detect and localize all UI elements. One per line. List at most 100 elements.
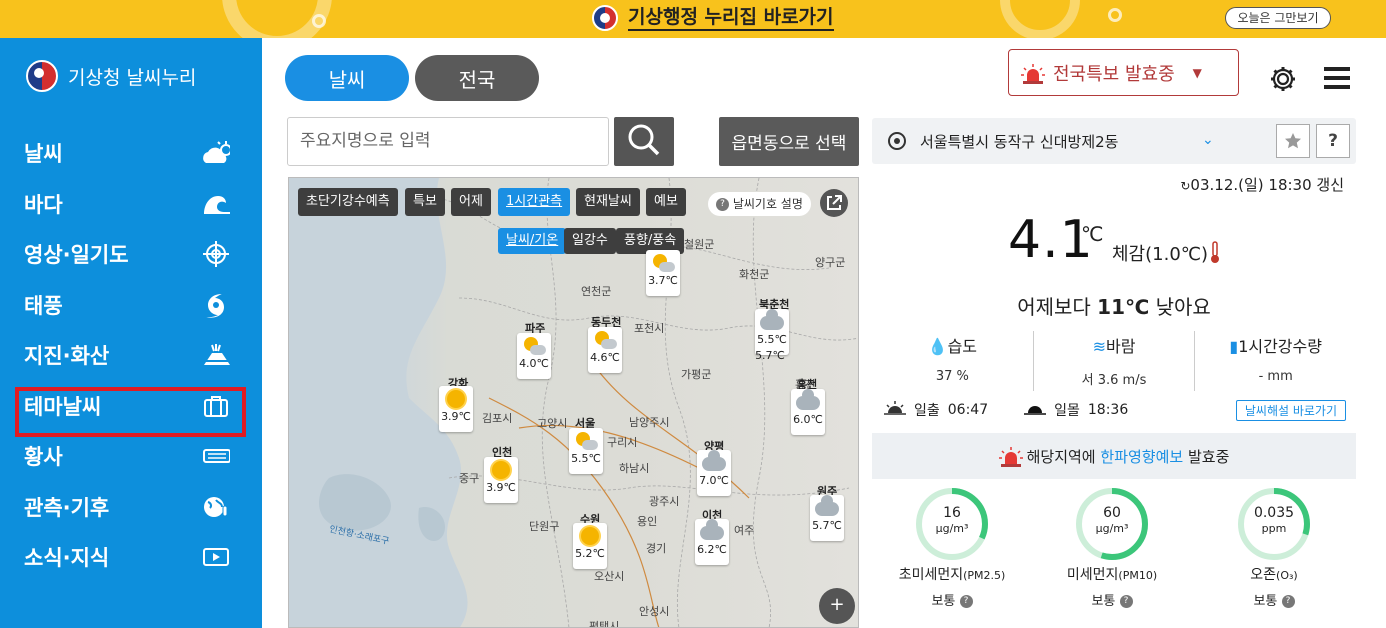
help-button[interactable]: ? [1316, 124, 1350, 158]
weather-symbol-legend-button[interactable]: ? 날씨기호 설명 [708, 192, 811, 216]
station-card[interactable]: 5.7℃ [810, 495, 844, 541]
rain-gauge-icon: ▮ [1229, 337, 1239, 356]
sidebar-item-earthquake-volcano[interactable]: 지진·화산 [0, 330, 262, 381]
sidebar-item-theme-weather[interactable]: 테마날씨 [0, 381, 262, 436]
map-subtab-daily-precip[interactable]: 일강수 [564, 228, 616, 254]
help-icon[interactable]: ? [1119, 595, 1133, 608]
feels-like-label: 체감(1.0℃) [1112, 244, 1209, 265]
pm10-value: 60 [1103, 505, 1121, 521]
station-card[interactable]: 3.9℃ [439, 386, 473, 432]
station-card[interactable]: 7.0℃ [697, 450, 731, 496]
station-card[interactable]: 3.7℃ [646, 250, 680, 296]
place-label: 연천군 [581, 285, 612, 298]
legend-button-label[interactable]: 날씨기호 설명 [733, 197, 803, 211]
chevron-down-icon[interactable]: ⌄ [1202, 132, 1214, 148]
rainfall-label: 1시간강수량 [1238, 337, 1322, 356]
map-tab-hourly-obs[interactable]: 1시간관측 [498, 188, 571, 216]
sidebar-item-weather[interactable]: 날씨 [0, 128, 262, 179]
refresh-icon[interactable]: ↻ [1180, 179, 1190, 193]
search-button[interactable] [614, 117, 674, 166]
help-icon[interactable]: ? [959, 595, 973, 608]
sidebar-item-label[interactable]: 태풍 [24, 290, 63, 320]
sidebar-item-sea[interactable]: 바다 [0, 179, 262, 230]
station-temp: 5.7℃ [812, 519, 842, 532]
help-icon[interactable]: ? [1281, 595, 1295, 608]
zoom-in-button[interactable]: + [819, 588, 855, 624]
sidebar-item-label[interactable]: 테마날씨 [24, 391, 101, 421]
station-card[interactable]: 5.7℃ [753, 331, 787, 367]
sunrise-label: 일출 [914, 403, 940, 419]
gear-icon[interactable] [1268, 64, 1298, 94]
crosshair-location-icon[interactable] [888, 132, 906, 150]
sidebar-item-label[interactable]: 소식·지식 [24, 542, 109, 572]
station-temp: 6.2℃ [697, 543, 727, 556]
sun-icon [580, 527, 600, 545]
update-time-label: 03.12.(일) 18:30 갱신 [1190, 176, 1344, 194]
gov-portal-link-label[interactable]: 기상행정 누리집 바로가기 [628, 5, 834, 31]
nationwide-alert-label[interactable]: 전국특보 발효중 [1053, 60, 1175, 86]
compare-suffix: 낮아요 [1149, 295, 1211, 319]
map-tab-warning[interactable]: 특보 [405, 188, 445, 216]
place-label: 하남시 [619, 462, 650, 475]
gov-portal-link[interactable]: 기상행정 누리집 바로가기 [592, 5, 834, 31]
sun-icon [446, 390, 466, 408]
station-card[interactable]: 6.0℃ [791, 389, 825, 435]
station-card[interactable]: 4.0℃ [517, 333, 551, 379]
typhoon-icon [202, 293, 230, 318]
sidebar-item-satellite-chart[interactable]: 영상·일기도 [0, 229, 262, 280]
tab-nationwide[interactable]: 전국 [415, 55, 539, 101]
location-name[interactable]: 서울특별시 동작구 신대방제2동 [920, 131, 1118, 152]
map-tab-nowcast-precip[interactable]: 초단기강수예측 [298, 188, 398, 216]
place-label: 광주시 [649, 495, 680, 508]
chevron-down-icon: ▼ [1192, 65, 1202, 80]
sidebar-item-label[interactable]: 바다 [24, 189, 63, 219]
place-label: 화천군 [739, 268, 770, 281]
pm10-name: 미세먼지 [1066, 567, 1119, 583]
station-card[interactable]: 6.2℃ [695, 519, 729, 565]
hide-today-button[interactable]: 오늘은 그만보기 [1225, 7, 1331, 29]
sidebar-menu: 날씨 바다 영상·일기도 태풍 지진·화산 테마날씨 황사 관측·기후 소식·지… [0, 128, 262, 583]
tab-weather[interactable]: 날씨 [285, 55, 409, 101]
cloudy-icon [702, 450, 726, 472]
sidebar-item-typhoon[interactable]: 태풍 [0, 280, 262, 331]
air-quality-ozone[interactable]: 0.035 ppm 오존(O₃) 보통 ? [1194, 486, 1354, 609]
place-label: 구리시 [607, 436, 638, 449]
place-label: 단원구 [529, 520, 560, 533]
site-logo-text[interactable]: 기상청 날씨누리 [68, 63, 196, 90]
map-subtab-weather-temp[interactable]: 날씨/기온 [498, 228, 567, 254]
search-input[interactable]: 주요지명으로 입력 [287, 117, 609, 166]
nationwide-alert-dropdown[interactable]: 전국특보 발효중 ▼ [1008, 49, 1239, 96]
map-tab-forecast[interactable]: 예보 [646, 188, 686, 216]
favorite-star-button[interactable] [1276, 124, 1310, 158]
location-selector[interactable]: 서울특별시 동작구 신대방제2동 ⌄ ? [872, 118, 1356, 164]
sidebar-item-label[interactable]: 날씨 [24, 138, 63, 168]
sidebar-item-label[interactable]: 지진·화산 [24, 340, 109, 370]
pm25-unit: μg/m³ [935, 522, 969, 535]
select-dong-button[interactable]: 읍면동으로 선택 [719, 117, 859, 166]
map-tab-yesterday[interactable]: 어제 [451, 188, 491, 216]
menu-hamburger-icon[interactable] [1324, 66, 1350, 90]
air-quality-pm10[interactable]: 60 μg/m³ 미세먼지(PM10) 보통 ? [1032, 486, 1192, 609]
sidebar-item-label[interactable]: 영상·일기도 [24, 239, 129, 269]
sidebar-item-observation-climate[interactable]: 관측·기후 [0, 482, 262, 533]
sidebar-item-yellow-dust[interactable]: 황사 [0, 431, 262, 482]
sunrise-icon [884, 401, 906, 419]
station-card[interactable]: 5.5℃ [569, 428, 603, 474]
station-temp: 3.7℃ [648, 274, 678, 287]
air-quality-pm25[interactable]: 16 μg/m³ 초미세먼지(PM2.5) 보통 ? [872, 486, 1032, 609]
pm10-unit: μg/m³ [1095, 522, 1129, 535]
cold-wave-warning-link[interactable]: 한파영향예보 [1100, 448, 1183, 466]
sidebar-item-news-knowledge[interactable]: 소식·지식 [0, 532, 262, 583]
map-tab-current-weather[interactable]: 현재날씨 [576, 188, 640, 216]
weather-map[interactable]: 초단기강수예측 특보 어제 1시간관측 현재날씨 예보 날씨/기온 일강수 풍향… [288, 177, 859, 628]
station-card[interactable]: 4.6℃ [588, 327, 622, 373]
station-card[interactable]: 5.2℃ [573, 523, 607, 569]
sidebar-item-label[interactable]: 황사 [24, 441, 63, 471]
site-logo[interactable]: 기상청 날씨누리 [26, 60, 196, 92]
external-link-icon[interactable] [820, 189, 848, 217]
weather-commentary-button[interactable]: 날씨해설 바로가기 [1235, 400, 1346, 421]
dust-icon [202, 444, 230, 468]
droplet-icon: 💧 [927, 337, 948, 356]
sidebar-item-label[interactable]: 관측·기후 [24, 492, 109, 522]
station-card[interactable]: 3.9℃ [484, 457, 518, 503]
